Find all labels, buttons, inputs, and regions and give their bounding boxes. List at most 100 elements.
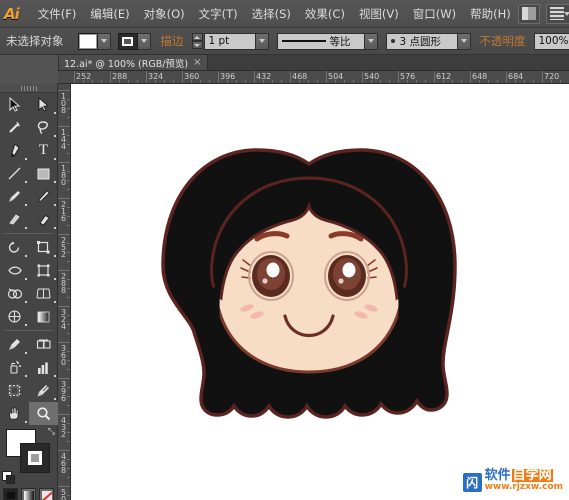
ruler-label: 216	[59, 200, 68, 221]
blend-tool[interactable]	[29, 333, 58, 356]
stroke-color-control[interactable]	[118, 33, 151, 50]
document-tab[interactable]: 12.ai* @ 100% (RGB/预览) ×	[58, 54, 208, 70]
artboard-tool[interactable]	[0, 379, 29, 402]
stroke-profile-label: 等比	[330, 34, 351, 49]
type-tool[interactable]: T	[29, 139, 58, 162]
ruler-label: 108	[59, 92, 68, 113]
pen-tool[interactable]	[0, 139, 29, 162]
control-bar: 未选择对象 描边 1 pt 等比	[0, 28, 569, 55]
opacity-input[interactable]: 100%	[534, 33, 569, 50]
chevron-down-icon	[368, 39, 374, 43]
ruler-label: 180	[59, 164, 68, 185]
stroke-weight-input[interactable]: 1 pt	[204, 33, 256, 50]
brush-definition-dropdown-button[interactable]	[458, 33, 471, 50]
gradient-mode-button[interactable]	[21, 488, 36, 500]
workspace-switcher-icon[interactable]	[546, 4, 569, 24]
rotate-tool[interactable]	[0, 236, 29, 259]
ruler-label: 144	[59, 128, 68, 149]
menu-effect[interactable]: 效果(C)	[298, 3, 352, 25]
width-tool[interactable]	[0, 259, 29, 282]
ruler-tick	[58, 414, 71, 415]
vertical-ruler[interactable]: 108144180216252288324360396432468504540	[58, 84, 71, 500]
chevron-down-icon	[141, 39, 147, 43]
swap-fill-stroke-icon[interactable]: ⤡	[48, 427, 55, 437]
free-transform-tool[interactable]	[29, 259, 58, 282]
eye-right	[325, 252, 369, 300]
symbol-sprayer-tool[interactable]	[0, 356, 29, 379]
document-tab-bar: 12.ai* @ 100% (RGB/预览) ×	[58, 55, 569, 71]
menu-window[interactable]: 窗口(W)	[406, 3, 463, 25]
ruler-tick	[58, 450, 71, 451]
magic-wand-tool[interactable]	[0, 116, 29, 139]
menu-file[interactable]: 文件(F)	[31, 3, 84, 25]
menu-type[interactable]: 文字(T)	[192, 3, 245, 25]
default-fill-stroke-icon[interactable]	[2, 471, 12, 481]
stroke-weight-dropdown-button[interactable]	[256, 33, 269, 50]
artboard[interactable]: 闪 软件 自学网 www.rjzxw.com	[71, 84, 569, 500]
rectangle-tool[interactable]	[29, 162, 58, 185]
watermark-brand-part1: 软件	[485, 469, 511, 482]
menu-select[interactable]: 选择(S)	[245, 3, 298, 25]
illustrator-window: Ai 文件(F) 编辑(E) 对象(O) 文字(T) 选择(S) 效果(C) 视…	[0, 0, 569, 500]
stroke-weight-stepper[interactable]	[192, 33, 203, 49]
stroke-profile-control[interactable]: 等比	[277, 33, 378, 50]
hand-tool[interactable]	[0, 402, 29, 425]
chevron-down-icon	[259, 39, 265, 43]
close-icon[interactable]: ×	[193, 57, 201, 68]
stroke-weight-control[interactable]: 1 pt	[192, 33, 269, 50]
stroke-weight-label: 描边	[161, 33, 184, 49]
selection-tool[interactable]	[0, 93, 29, 116]
stroke-dropdown-button[interactable]	[138, 33, 151, 50]
chevron-down-icon	[461, 39, 467, 43]
mesh-tool[interactable]	[0, 305, 29, 328]
stroke-swatch[interactable]	[118, 33, 138, 50]
shape-builder-tool[interactable]	[0, 282, 29, 305]
gradient-tool[interactable]	[29, 305, 58, 328]
ruler-label: 360	[59, 344, 68, 365]
menu-view[interactable]: 视图(V)	[352, 3, 406, 25]
eyedropper-tool[interactable]	[0, 333, 29, 356]
opacity-control[interactable]: 100%	[534, 33, 569, 50]
brush-definition-control[interactable]: 3 点圆形	[386, 33, 471, 50]
brush-definition-label: 3 点圆形	[400, 34, 442, 49]
color-controls: ⤡	[0, 427, 58, 485]
none-mode-button[interactable]	[39, 488, 54, 500]
toolbox-drag-handle[interactable]	[0, 84, 57, 93]
cartoon-girl-illustration[interactable]	[71, 84, 569, 500]
scale-tool[interactable]	[29, 236, 58, 259]
menu-help[interactable]: 帮助(H)	[463, 3, 518, 25]
stroke-color-swatch[interactable]	[20, 443, 50, 473]
ruler-label: 252	[59, 236, 68, 257]
fill-swatch[interactable]	[78, 33, 98, 50]
arrange-documents-icon[interactable]	[518, 4, 540, 24]
fill-color-control[interactable]	[78, 33, 111, 50]
menu-edit[interactable]: 编辑(E)	[83, 3, 136, 25]
perspective-grid-tool[interactable]	[29, 282, 58, 305]
ruler-tick	[58, 90, 71, 91]
stepper-down-icon[interactable]	[192, 41, 203, 49]
brush-definition-field[interactable]: 3 点圆形	[386, 33, 458, 50]
column-graph-tool[interactable]	[29, 356, 58, 379]
lasso-tool[interactable]	[29, 116, 58, 139]
fill-dropdown-button[interactable]	[98, 33, 111, 50]
paintbrush-tool[interactable]	[0, 185, 29, 208]
stepper-up-icon[interactable]	[192, 33, 203, 41]
stroke-profile-dropdown-button[interactable]	[365, 33, 378, 50]
eraser-tool[interactable]	[29, 208, 58, 231]
blob-brush-tool[interactable]	[0, 208, 29, 231]
menu-object[interactable]: 对象(O)	[137, 3, 192, 25]
direct-selection-tool[interactable]	[29, 93, 58, 116]
ruler-label: 468	[59, 452, 68, 473]
menu-items: 文件(F) 编辑(E) 对象(O) 文字(T) 选择(S) 效果(C) 视图(V…	[31, 3, 518, 25]
stroke-profile-field[interactable]: 等比	[277, 33, 365, 50]
zoom-tool[interactable]	[29, 402, 58, 425]
ruler-tick	[58, 486, 71, 487]
slice-tool[interactable]	[29, 379, 58, 402]
line-segment-tool[interactable]	[0, 162, 29, 185]
pencil-tool[interactable]	[29, 185, 58, 208]
document-canvas[interactable]: 闪 软件 自学网 www.rjzxw.com	[71, 84, 569, 500]
eye-highlight-right	[343, 263, 356, 278]
horizontal-ruler[interactable]: 2522883243603964324685045405766126486847…	[58, 71, 569, 84]
color-mode-button[interactable]	[3, 488, 18, 500]
brush-dot-icon	[391, 39, 395, 43]
